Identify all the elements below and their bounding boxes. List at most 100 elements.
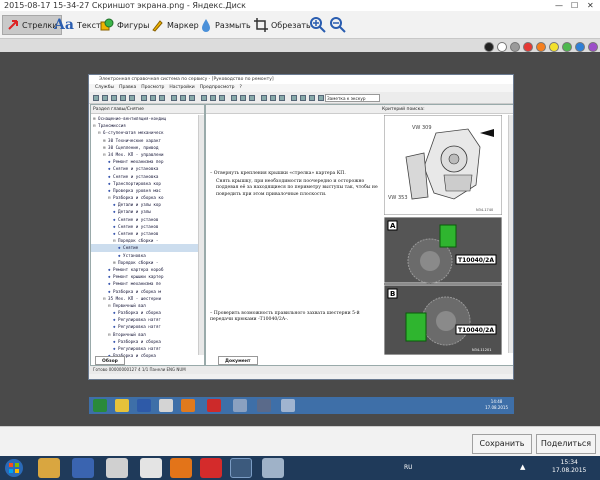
tool-icon[interactable] [129,95,135,101]
explorer-icon[interactable] [115,399,129,412]
tree-item[interactable]: ◆ Снятие [91,244,199,252]
tool-blur[interactable]: Размыть [200,15,251,35]
system-clock[interactable]: 15:34 17.08.2015 [552,459,586,475]
tree-item[interactable]: ⊟ Порядок сборки - [91,237,199,244]
network-icon[interactable] [72,458,94,478]
menu-item[interactable]: Правка [119,84,136,92]
tree-item[interactable]: ⊟ 35 Мех. КП - шестерни [91,295,199,302]
tree-item[interactable]: ◆ Ремонт механизма пе [91,280,199,287]
tree-item[interactable]: ◆ Регулировка натяг [91,323,199,330]
tray-icon[interactable]: ▲ [520,463,525,471]
start-button-icon[interactable] [4,458,24,478]
color-swatch[interactable] [523,42,533,52]
tool-icon[interactable] [120,95,126,101]
yandex-disk-icon[interactable] [230,458,252,478]
tree-item[interactable]: ◆ Снятие и установка [91,165,199,172]
tool-icon[interactable] [270,95,276,101]
tool-icon[interactable] [180,95,186,101]
tab-overview[interactable]: Обзор [95,356,125,365]
app-icon[interactable] [257,399,271,412]
tree-scrollbar[interactable] [198,115,204,355]
tool-icon[interactable] [309,95,315,101]
color-swatch[interactable] [510,42,520,52]
tool-crop[interactable]: Обрезать [254,15,311,35]
app-icon[interactable] [281,399,295,412]
tree-item[interactable]: ◆ Регулировка натяг [91,316,199,323]
start-orb-icon[interactable] [93,399,107,412]
tree-item[interactable]: ◆ Разборка и сборка [91,309,199,316]
tool-shapes[interactable]: Фигуры [100,15,149,35]
color-swatch[interactable] [588,42,598,52]
tool-icon[interactable] [102,95,108,101]
tree-item[interactable]: ◆ Снятие и установ [91,216,199,223]
tree-item[interactable]: ⊟ Разборка и сборка ко [91,194,199,201]
menu-item[interactable]: Просмотр [141,84,164,92]
tool-icon[interactable] [318,95,324,101]
dice-icon[interactable] [140,458,162,478]
tool-icon[interactable] [141,95,147,101]
color-swatch[interactable] [536,42,546,52]
tool-icon[interactable] [219,95,225,101]
color-swatch[interactable] [497,42,507,52]
menu-item[interactable]: Настройки [169,84,194,92]
tree-item[interactable]: ◆ Снятие и установ [91,223,199,230]
yandex-browser-icon[interactable] [200,458,222,478]
tool-icon[interactable] [291,95,297,101]
menu-item[interactable]: ? [240,84,242,92]
tool-icon[interactable] [210,95,216,101]
color-swatch[interactable] [484,42,494,52]
chapter-tree[interactable]: ⊞ Оснащение-вентиляция-кондиц ⊟ Трансмисс… [91,115,199,360]
player-icon[interactable] [159,399,173,412]
tree-item[interactable]: ⊞ Оснащение-вентиляция-кондиц [91,115,199,122]
firefox-icon[interactable] [170,458,192,478]
save-button[interactable]: Сохранить [472,434,532,454]
tree-item[interactable]: ◆ Разборка и сборка м [91,288,199,295]
color-swatch[interactable] [549,42,559,52]
tool-icon[interactable] [150,95,156,101]
tree-item[interactable]: ◆ Регулировка натяг [91,345,199,352]
zoom-out-icon[interactable] [330,17,346,33]
tree-item[interactable]: ◆ Снятие и установка [91,173,199,180]
color-swatch[interactable] [562,42,572,52]
tool-icon[interactable] [240,95,246,101]
media-player-icon[interactable] [106,458,128,478]
zoom-in-icon[interactable] [310,17,326,33]
tree-item[interactable]: ⊞ 30 Технические характ [91,137,199,144]
tree-item[interactable]: ⊟ Вторичный вал [91,331,199,338]
document-scrollbar[interactable] [508,115,513,353]
tree-item[interactable]: ◆ Ремонт крышки картер [91,273,199,280]
tree-item[interactable]: ◆ Разборка и сборка [91,338,199,345]
tool-icon[interactable] [171,95,177,101]
tool-icon[interactable] [249,95,255,101]
tool-icon[interactable] [231,95,237,101]
tab-document[interactable]: Документ [218,356,258,365]
network-icon[interactable] [137,399,151,412]
language-indicator[interactable]: RU [404,464,413,471]
tree-item[interactable]: ◆ Ремонт картера короб [91,266,199,273]
screenshot-canvas[interactable]: Электронная справочная система по сервис… [0,52,600,426]
share-button[interactable]: Поделиться [536,434,596,454]
note-field[interactable]: Заметка к экскур [325,94,380,102]
firefox-icon[interactable] [181,399,195,412]
color-swatch[interactable] [575,42,585,52]
tool-icon[interactable] [93,95,99,101]
app-icon[interactable] [233,399,247,412]
tree-item[interactable]: ⊞ 30 Сцепление, привод [91,144,199,151]
tree-item[interactable]: ⊟ 6-ступенчатая механическ [91,129,199,136]
file-explorer-icon[interactable] [38,458,60,478]
tree-item[interactable]: ⊟ Первичный вал [91,302,199,309]
close-button[interactable]: ✕ [587,0,594,11]
tree-item[interactable]: ◆ Ремонт механизма пер [91,158,199,165]
menu-item[interactable]: Службы [95,84,114,92]
tool-icon[interactable] [189,95,195,101]
maximize-button[interactable]: ☐ [571,0,578,11]
app-icon[interactable] [262,458,284,478]
tool-icon[interactable] [279,95,285,101]
menu-item[interactable]: Предпросмотр [200,84,235,92]
tool-text[interactable]: Aa Текст [54,15,101,35]
tree-item[interactable]: ◆ Детали и узлы [91,208,199,215]
tree-item[interactable]: ◆ Проверка уровня мас [91,187,199,194]
tree-item[interactable]: ⊟ Трансмиссия [91,122,199,129]
tree-item[interactable]: ◆ Установка [91,252,199,259]
tool-icon[interactable] [111,95,117,101]
